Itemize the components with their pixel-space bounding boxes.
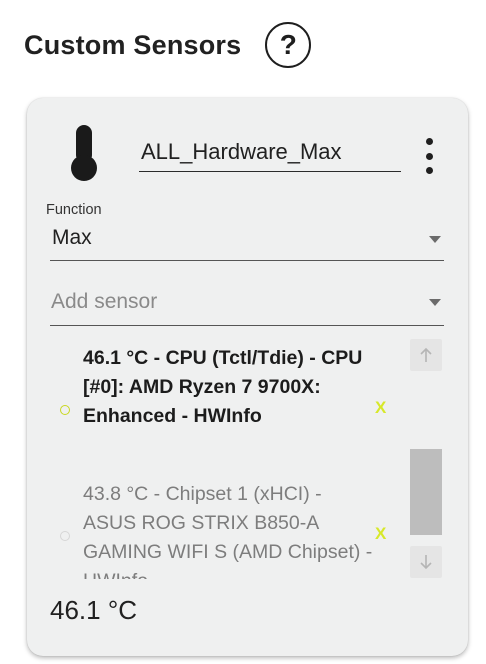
sensor-text: 46.1 °C - CPU (Tctl/Tdie) - CPU [#0]: AM… — [83, 347, 363, 427]
arrow-down-icon — [420, 555, 432, 570]
caret-down-icon — [429, 236, 441, 243]
custom-sensor-card: Function Max Add sensor 46.1 °C - CPU (T… — [27, 98, 468, 656]
scrollbar-thumb[interactable] — [410, 449, 442, 535]
add-sensor-placeholder: Add sensor — [51, 290, 158, 313]
help-button[interactable]: ? — [265, 22, 312, 68]
more-options-button[interactable] — [418, 136, 440, 176]
scroll-down-button[interactable] — [410, 546, 442, 578]
thermometer-icon — [71, 125, 97, 181]
page-header: Custom Sensors ? — [24, 22, 312, 68]
status-dot-icon — [60, 531, 70, 541]
function-select-value: Max — [52, 226, 92, 249]
add-sensor-select[interactable]: Add sensor — [50, 284, 444, 326]
sensor-readout: 46.1 °C — [50, 595, 138, 625]
remove-sensor-button[interactable]: X — [375, 398, 386, 418]
status-dot-icon — [60, 405, 70, 415]
scroll-up-button[interactable] — [410, 339, 442, 371]
function-select[interactable]: Max — [50, 224, 444, 261]
more-vertical-icon — [425, 138, 433, 145]
function-label: Function — [46, 202, 102, 218]
sensor-name-input[interactable] — [139, 128, 401, 171]
remove-sensor-button[interactable]: X — [375, 524, 386, 544]
sensor-text: 43.8 °C - Chipset 1 (xHCI) - ASUS ROG ST… — [83, 483, 373, 579]
sensor-list: 46.1 °C - CPU (Tctl/Tdie) - CPU [#0]: AM… — [27, 336, 468, 579]
sensor-name-field[interactable] — [139, 128, 401, 172]
page-title: Custom Sensors — [24, 29, 242, 60]
arrow-up-icon — [420, 347, 432, 362]
caret-down-icon — [429, 299, 441, 306]
